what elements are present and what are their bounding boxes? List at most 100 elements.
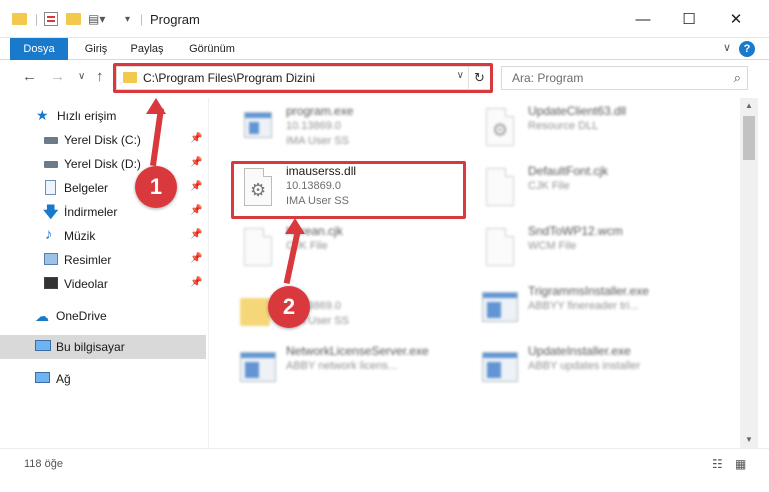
window-title: Program — [150, 12, 200, 27]
minimize-button[interactable]: — — [620, 0, 666, 38]
sidebar-item-disk-c[interactable]: Yerel Disk (C:) 📌 — [0, 128, 206, 152]
title-bar: | ▤▾ ▾ | Program — ☐ ✕ — [0, 0, 769, 38]
file-name: UpdateInstaller.exe — [528, 344, 631, 358]
chevron-down-icon[interactable]: ∨ — [723, 41, 731, 54]
file-item[interactable]: UpdateInstaller.exe ABBY updates install… — [474, 342, 714, 398]
app-icon — [482, 288, 518, 330]
up-arrow-icon[interactable]: ↑ — [96, 68, 104, 85]
file-description: ABBY updates installer — [528, 360, 641, 372]
star-icon: ★ — [36, 107, 49, 123]
download-icon: 🡇 — [43, 204, 59, 221]
videos-icon — [44, 277, 58, 289]
sidebar-item-videos[interactable]: Videolar 📌 — [0, 272, 206, 296]
sidebar-item-label: Hızlı erişim — [57, 109, 117, 123]
sidebar-item-label: İndirmeler — [64, 205, 118, 219]
back-arrow-icon[interactable]: ← — [22, 68, 37, 85]
file-item[interactable]: ⚙ UpdateClient63.dll Resource DLL — [474, 102, 714, 158]
search-input[interactable]: Ara: Program ⌕ — [501, 66, 748, 90]
sidebar-item-onedrive[interactable]: ☁ OneDrive — [0, 304, 206, 328]
folder-icon — [12, 10, 27, 28]
sidebar-item-network[interactable]: Ağ — [0, 367, 206, 391]
maximize-button[interactable]: ☐ — [666, 0, 712, 38]
file-name: TrigrammsInstaller.exe — [528, 284, 649, 298]
address-highlight — [113, 63, 493, 93]
sidebar-item-label: Yerel Disk (C:) — [64, 133, 141, 147]
pin-icon[interactable]: 📌 — [190, 133, 202, 144]
drive-icon — [44, 161, 58, 168]
sidebar-item-label: Belgeler — [64, 181, 109, 195]
search-placeholder: Ara: Program — [512, 71, 584, 85]
pin-icon[interactable]: 📌 — [190, 205, 202, 216]
file-icon — [482, 228, 518, 270]
new-folder-icon[interactable] — [66, 10, 81, 28]
tab-home[interactable]: Giriş — [76, 38, 116, 60]
scroll-up-icon[interactable]: ▲ — [740, 98, 758, 114]
documents-icon — [45, 180, 56, 195]
drive-icon — [44, 137, 58, 144]
forward-arrow-icon[interactable]: → — [50, 68, 65, 85]
recent-locations-icon[interactable]: ∨ — [78, 71, 85, 82]
dll-icon: ⚙ — [482, 108, 518, 150]
file-item[interactable]: TrigrammsInstaller.exe ABBYY finereader … — [474, 282, 714, 338]
pictures-icon — [44, 253, 58, 265]
file-description: ABBY network licens... — [286, 360, 398, 372]
sidebar-item-label: Yerel Disk (D:) — [64, 157, 141, 171]
file-description: Resource DLL — [528, 120, 599, 132]
pin-icon[interactable]: 📌 — [190, 157, 202, 168]
step-1-arrowhead — [146, 98, 166, 114]
scrollbar-thumb[interactable] — [743, 116, 755, 160]
pin-icon[interactable]: 📌 — [190, 277, 202, 288]
sidebar-item-label: Bu bilgisayar — [56, 340, 125, 354]
sidebar-item-music[interactable]: ♪ Müzik 📌 — [0, 224, 206, 248]
exe-icon — [240, 108, 276, 150]
music-icon: ♪ — [45, 226, 53, 243]
vertical-scrollbar[interactable]: ▲ ▼ — [740, 98, 758, 448]
file-item[interactable]: program.exe 10.13869.0 IMA User SS — [232, 102, 472, 158]
pin-icon[interactable]: 📌 — [190, 229, 202, 240]
large-icons-view-icon[interactable]: ▦ — [735, 457, 746, 471]
file-icon — [482, 168, 518, 210]
step-2-badge: 2 — [268, 286, 310, 328]
sidebar-item-quick-access[interactable]: ★ Hızlı erişim — [0, 104, 206, 128]
file-name: NetworkLicenseServer.exe — [286, 344, 429, 358]
step-1-badge: 1 — [135, 166, 177, 208]
file-name: DefaultFont.cjk — [528, 164, 609, 178]
file-description: CJK File — [528, 180, 570, 192]
pin-icon[interactable]: 📌 — [190, 253, 202, 264]
cloud-icon: ☁ — [35, 308, 49, 324]
details-view-icon[interactable]: ☷ — [712, 457, 723, 471]
sidebar-item-this-pc[interactable]: Bu bilgisayar — [0, 335, 206, 359]
scroll-down-icon[interactable]: ▼ — [740, 432, 758, 448]
file-description: IMA User SS — [286, 135, 349, 147]
sidebar-item-pictures[interactable]: Resimler 📌 — [0, 248, 206, 272]
file-description: WCM File — [528, 240, 577, 252]
file-item[interactable]: SndToWP12.wcm WCM File — [474, 222, 714, 278]
file-item[interactable]: DefaultFont.cjk CJK File — [474, 162, 714, 218]
file-name: UpdateClient63.dll — [528, 104, 627, 118]
help-icon[interactable]: ? — [739, 41, 755, 57]
step-2-arrowhead — [285, 218, 305, 234]
file-description: ABBYY finereader tri... — [528, 300, 639, 312]
sidebar-item-label: Resimler — [64, 253, 112, 267]
tab-share[interactable]: Paylaş — [123, 38, 171, 60]
properties-icon[interactable] — [44, 10, 58, 28]
close-button[interactable]: ✕ — [713, 0, 759, 38]
view-options-icon[interactable]: ▤▾ — [88, 10, 105, 28]
sidebar-item-label: Videolar — [64, 277, 108, 291]
app-icon — [482, 348, 518, 390]
sidebar-item-label: Ağ — [56, 372, 71, 386]
tab-view[interactable]: Görünüm — [181, 38, 243, 60]
file-item[interactable]: NetworkLicenseServer.exe ABBY network li… — [232, 342, 472, 398]
pin-icon[interactable]: 📌 — [190, 181, 202, 192]
sidebar-item-label: OneDrive — [56, 309, 107, 323]
computer-icon — [35, 340, 51, 351]
sidebar-item-downloads[interactable]: 🡇 İndirmeler 📌 — [0, 200, 206, 224]
customize-toolbar-icon[interactable]: ▾ — [125, 10, 130, 28]
ribbon: Dosya Giriş Paylaş Görünüm ∨ ? — [0, 38, 769, 94]
sidebar-item-disk-d[interactable]: Yerel Disk (D:) 📌 — [0, 152, 206, 176]
status-bar: 118 öğe ☷ ▦ — [0, 448, 769, 492]
file-item[interactable]: Korean.cjk CJK File — [232, 222, 472, 278]
search-icon[interactable]: ⌕ — [734, 70, 741, 86]
file-highlight — [231, 161, 466, 219]
navigation-bar: ← → ∨ ↑ C:\Program Files\Program Dizini … — [0, 60, 769, 94]
